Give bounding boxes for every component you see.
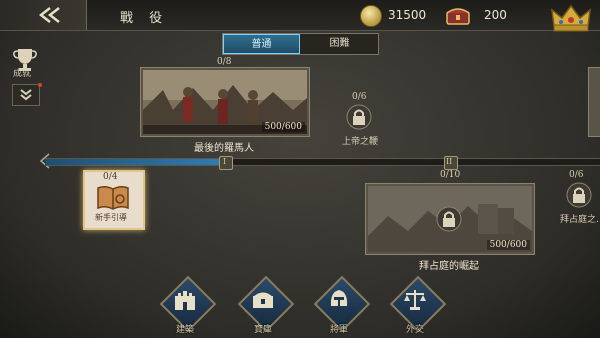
diplomacy-button[interactable]: 外交 [388,275,447,335]
mission-card-byzantium[interactable]: 500/600 [365,183,535,255]
mission-card-last-romans[interactable]: 500/600 [140,67,310,137]
mission-progress: 0/6 [569,170,584,180]
track-node: I [219,156,233,170]
mission-name: 拜占庭的崛起 [419,261,479,272]
generals-label: 將軍 [329,325,348,335]
gold-coin-icon [360,5,382,27]
lock-icon[interactable] [566,182,592,208]
tutorial-progress: 0/4 [103,172,118,182]
achievements-label: 成就 [13,69,32,79]
tab-normal[interactable]: 普通 [223,34,300,54]
node-numeral: II [446,157,453,166]
mission-progress: 0/10 [440,170,461,180]
helmet-icon [330,290,348,306]
back-arrow-icon [38,7,60,23]
track-progress-fill [45,159,220,165]
mission-progress: 0/6 [352,92,367,102]
track-node: II [444,156,458,170]
back-button[interactable] [0,0,87,30]
lock-icon [436,206,462,232]
crown-icon[interactable] [548,0,594,34]
chest-icon [253,292,273,308]
collapse-button[interactable] [12,83,42,106]
treasure-chest-icon [446,8,470,25]
gem-amount: 200 [484,8,507,22]
lock-icon[interactable] [346,104,372,130]
castle-icon [175,291,195,310]
top-bar: 戰 役 31500 200 [0,0,600,34]
treasury-button[interactable]: 寶庫 [236,275,295,335]
scales-icon [404,290,426,310]
mission-name: 上帝之鞭 [342,137,379,147]
mission-name: 拜占庭之… [560,215,600,225]
diplomacy-label: 外交 [405,325,424,335]
double-chevron-down-icon [20,89,32,101]
generals-button[interactable]: 將軍 [312,275,371,335]
page-title: 戰 役 [120,11,169,26]
buildings-label: 建築 [175,325,194,335]
mission-cost: 500/600 [261,122,305,132]
tutorial-name: 新手引導 [95,213,127,222]
treasury-label: 寶庫 [253,325,272,335]
mission-progress: 0/8 [217,57,232,67]
book-icon [97,185,129,210]
mission-card-partial[interactable] [588,67,600,137]
node-numeral: I [223,157,227,166]
gold-amount: 31500 [388,8,427,22]
difficulty-tabs: 普通 困難 [222,33,379,55]
buildings-button[interactable]: 建築 [158,275,217,335]
mission-name: 最後的羅馬人 [194,143,254,154]
mission-cost: 500/600 [486,240,530,250]
tab-hard[interactable]: 困難 [301,34,378,54]
campaign-track [45,158,600,166]
